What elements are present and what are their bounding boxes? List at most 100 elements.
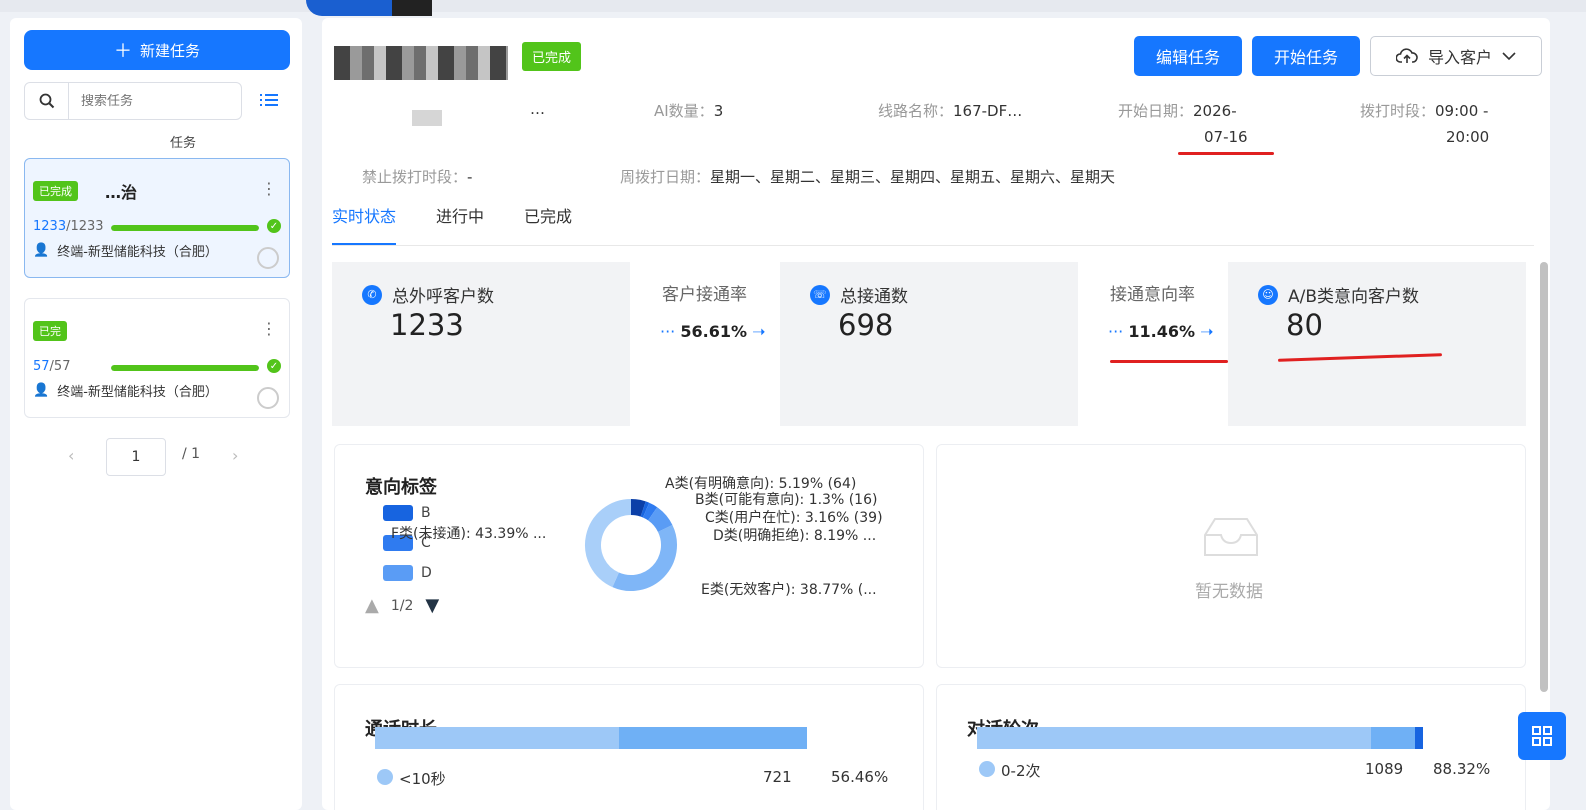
empty-data-card: 暂无数据 <box>936 444 1526 668</box>
search-box[interactable] <box>24 82 242 120</box>
row-pct: 56.46% <box>831 768 889 786</box>
prev-page-icon[interactable]: ‹ <box>68 446 74 465</box>
status-badge: 已完成 <box>33 181 78 201</box>
status-tag: 已完成 <box>522 42 582 71</box>
info-line-name: 线路名称：167-DF… <box>878 102 1023 120</box>
info-start-date-2: 07-16 <box>1204 128 1248 146</box>
stat-total-calls: ✆ 总外呼客户数 1233 <box>332 262 630 426</box>
task-owner: 👤 终端-新型储能科技（合肥） <box>33 243 218 260</box>
task-detail-panel: 已完成 编辑任务 开始任务 导入客户 … AI数量：3 线路名称：167-DF…… <box>322 18 1550 810</box>
top-accent-dark <box>392 0 432 16</box>
plus-icon: ＋ <box>113 41 132 62</box>
task-count: 1233/1233 <box>33 219 104 234</box>
donut-slice[interactable] <box>642 502 658 521</box>
annotation-underline <box>1178 152 1274 155</box>
rounds-bar-segment <box>1371 727 1415 749</box>
search-input[interactable] <box>69 93 229 109</box>
more-icon[interactable]: ⋮ <box>261 319 277 338</box>
page-total: / 1 <box>182 446 201 462</box>
legend-label[interactable]: D <box>421 565 432 581</box>
donut-slice[interactable] <box>630 499 646 517</box>
phone-icon: ✆ <box>362 284 382 305</box>
ai-logo-icon <box>257 387 279 409</box>
rate-label: 客户接通率 <box>662 285 747 305</box>
task-progress <box>111 225 259 231</box>
row-count: 1089 <box>1365 760 1404 778</box>
legend-next-icon[interactable]: ▼ <box>425 595 439 616</box>
user-icon: 👤 <box>33 383 50 398</box>
more-icon[interactable]: ⋮ <box>261 179 277 198</box>
stat-total-connected: ☏ 总接通数 698 <box>780 262 1078 426</box>
slice-label-f: F类(未接通): 43.39% ... <box>391 526 547 542</box>
task-card[interactable]: 已完成 …治 ⋮ 1233/1233 ✓ 👤 终端-新型储能科技（合肥） <box>24 158 290 278</box>
rate-label: 接通意向率 <box>1110 285 1195 305</box>
tab-realtime[interactable]: 实时状态 <box>332 202 397 246</box>
phone-call-icon: ☏ <box>810 284 830 305</box>
info-week-days: 周拨打日期：星期一、星期二、星期三、星期四、星期五、星期六、星期天 <box>620 168 1116 186</box>
stat-value: 698 <box>838 308 894 342</box>
info-dial-time-2: 20:00 <box>1446 128 1490 146</box>
info-forbid-time: 禁止拨打时段：- <box>362 168 473 186</box>
grid-icon <box>1532 726 1552 746</box>
user-icon: 👤 <box>33 243 50 258</box>
rounds-bar-segment <box>1415 727 1423 749</box>
legend-prev-icon[interactable]: ▲ <box>365 595 379 616</box>
status-badge: 已完 <box>33 321 67 341</box>
card-title: 意向标签 <box>365 477 437 498</box>
page-input[interactable]: 1 <box>106 438 166 476</box>
stat-value: 1233 <box>390 308 464 342</box>
dialogue-rounds-card: 对话轮次 0-2次 1089 88.32% <box>936 684 1526 810</box>
search-icon[interactable] <box>25 83 69 119</box>
edit-task-button[interactable]: 编辑任务 <box>1134 36 1242 76</box>
rounds-bar <box>977 727 1423 749</box>
import-label: 导入客户 <box>1427 48 1492 67</box>
call-duration-card: 通话时长 <10秒 721 56.46% <box>334 684 924 810</box>
task-progress <box>111 365 259 371</box>
redacted-field <box>412 110 442 126</box>
stat-intent-rate: 接通意向率 ··· 11.46% ➝ <box>1078 262 1228 426</box>
tab-divider <box>332 245 1534 246</box>
pagination: ‹ 1 / 1 › <box>10 438 302 478</box>
annotation-underline <box>1110 360 1228 363</box>
tab-completed[interactable]: 已完成 <box>524 202 572 246</box>
duration-bar <box>375 727 807 749</box>
donut-slice[interactable] <box>585 499 632 588</box>
donut-slice[interactable] <box>647 507 673 533</box>
scrollbar[interactable] <box>1540 262 1548 692</box>
start-task-button[interactable]: 开始任务 <box>1252 36 1360 76</box>
slice-label-b: B类(可能有意向): 1.3% (16) <box>695 492 878 508</box>
legend-page: 1/2 <box>390 597 414 614</box>
legend-dot <box>377 769 393 785</box>
stat-label: 总接通数 <box>840 287 908 307</box>
cloud-upload-icon <box>1395 48 1418 63</box>
legend-label[interactable]: B <box>421 505 431 521</box>
legend-swatch[interactable] <box>383 505 413 521</box>
list-view-icon[interactable] <box>260 92 280 110</box>
import-customers-button[interactable]: 导入客户 <box>1370 36 1542 76</box>
task-count: 57/57 <box>33 359 71 374</box>
new-task-button[interactable]: ＋ 新建任务 <box>24 30 290 70</box>
next-page-icon[interactable]: › <box>232 446 238 465</box>
top-bar <box>0 0 1586 12</box>
info-ai-count: AI数量：3 <box>654 102 724 120</box>
donut-slice[interactable] <box>640 501 650 518</box>
task-card[interactable]: 已完 ⋮ 57/57 ✓ 👤 终端-新型储能科技（合肥） <box>24 298 290 418</box>
donut-slice[interactable] <box>612 525 677 591</box>
slice-label-c: C类(用户在忙): 3.16% (39) <box>705 510 883 526</box>
legend-dot <box>979 761 995 777</box>
rate-value: ··· 56.61% ➝ <box>660 322 766 341</box>
task-owner: 👤 终端-新型储能科技（合肥） <box>33 383 218 400</box>
tab-in-progress[interactable]: 进行中 <box>436 202 484 246</box>
check-icon: ✓ <box>267 359 281 373</box>
check-icon: ✓ <box>267 219 281 233</box>
chevron-down-icon <box>1502 52 1516 61</box>
legend-swatch[interactable] <box>383 565 413 581</box>
info-start-date: 开始日期：2026- <box>1118 102 1237 120</box>
row-count: 721 <box>763 768 792 786</box>
task-sidebar: ＋ 新建任务 任务 已完成 …治 ⋮ 1233/1233 ✓ 👤终端-新型储能科… <box>10 18 302 810</box>
annotation-underline <box>1277 353 1443 362</box>
duration-bar-segment <box>619 727 807 749</box>
grid-menu-button[interactable] <box>1518 712 1566 760</box>
task-title-redacted <box>334 46 508 80</box>
row-label: <10秒 <box>399 770 446 788</box>
